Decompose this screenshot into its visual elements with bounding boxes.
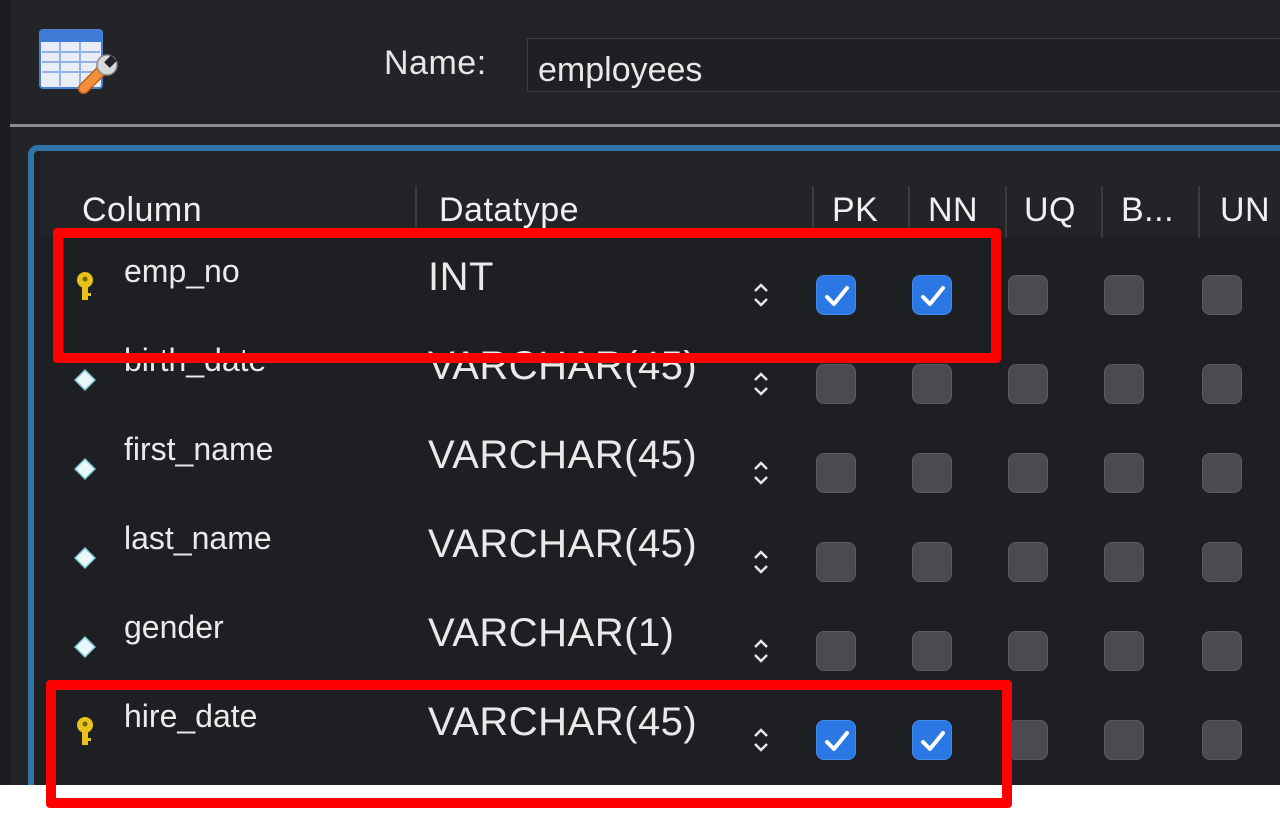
diamond-icon xyxy=(73,364,97,396)
table-row[interactable]: last_name VARCHAR(45) xyxy=(40,512,1280,601)
header-separator xyxy=(812,186,814,238)
datatype-cell[interactable]: VARCHAR(45) xyxy=(428,344,697,389)
checkbox-uq[interactable] xyxy=(1008,275,1048,315)
grid-header: Column Datatype PK NN UQ B... UN xyxy=(40,151,1280,238)
checkbox-nn[interactable] xyxy=(912,453,952,493)
column-header-datatype[interactable]: Datatype xyxy=(439,191,579,230)
datatype-cell[interactable]: VARCHAR(45) xyxy=(428,522,697,567)
checkbox-un[interactable] xyxy=(1202,542,1242,582)
header-separator xyxy=(1101,186,1103,238)
datatype-cell[interactable]: INT xyxy=(428,255,494,300)
header-separator xyxy=(1005,186,1007,238)
checkbox-uq[interactable] xyxy=(1008,364,1048,404)
table-header: Name: xyxy=(10,0,1280,125)
checkbox-b[interactable] xyxy=(1104,364,1144,404)
table-name-input[interactable] xyxy=(527,38,1280,92)
checkbox-un[interactable] xyxy=(1202,275,1242,315)
header-separator xyxy=(908,186,910,238)
table-edit-wrench-icon xyxy=(38,26,120,108)
checkbox-pk[interactable] xyxy=(816,453,856,493)
checkbox-nn[interactable] xyxy=(912,364,952,404)
checkbox-nn[interactable] xyxy=(912,631,952,671)
datatype-stepper-icon[interactable] xyxy=(750,457,772,489)
datatype-stepper-icon[interactable] xyxy=(750,635,772,667)
checkbox-un[interactable] xyxy=(1202,631,1242,671)
checkbox-uq[interactable] xyxy=(1008,720,1048,760)
table-row[interactable]: birth_date VARCHAR(45) xyxy=(40,334,1280,423)
diamond-icon xyxy=(73,542,97,574)
header-divider xyxy=(10,124,1280,127)
checkbox-pk[interactable] xyxy=(816,275,856,315)
checkmark-icon xyxy=(825,731,849,751)
left-panel-edge xyxy=(0,0,10,785)
diamond-icon xyxy=(73,453,97,485)
checkmark-icon xyxy=(921,731,945,751)
checkmark-icon xyxy=(921,286,945,306)
checkbox-uq[interactable] xyxy=(1008,542,1048,582)
column-name-cell[interactable]: birth_date xyxy=(124,342,266,379)
checkbox-un[interactable] xyxy=(1202,720,1242,760)
checkbox-nn[interactable] xyxy=(912,720,952,760)
checkbox-uq[interactable] xyxy=(1008,453,1048,493)
checkbox-pk[interactable] xyxy=(816,542,856,582)
checkbox-un[interactable] xyxy=(1202,453,1242,493)
column-name-cell[interactable]: emp_no xyxy=(124,253,240,290)
column-name-cell[interactable]: gender xyxy=(124,609,224,646)
diamond-icon xyxy=(73,631,97,663)
datatype-cell[interactable]: VARCHAR(45) xyxy=(428,433,697,478)
columns-grid-frame: Column Datatype PK NN UQ B... UN emp_no I… xyxy=(28,145,1280,785)
column-header-pk[interactable]: PK xyxy=(832,191,878,230)
column-header-column[interactable]: Column xyxy=(82,191,202,230)
table-editor-window: Name: Column Datatype PK NN UQ B... UN e… xyxy=(0,0,1280,808)
table-row[interactable]: gender VARCHAR(1) xyxy=(40,601,1280,690)
checkbox-nn[interactable] xyxy=(912,275,952,315)
checkbox-un[interactable] xyxy=(1202,364,1242,404)
column-name-cell[interactable]: hire_date xyxy=(124,698,257,735)
checkbox-pk[interactable] xyxy=(816,720,856,760)
datatype-stepper-icon[interactable] xyxy=(750,368,772,400)
datatype-cell[interactable]: VARCHAR(45) xyxy=(428,700,697,745)
checkmark-icon xyxy=(825,286,849,306)
checkbox-b[interactable] xyxy=(1104,631,1144,671)
datatype-stepper-icon[interactable] xyxy=(750,724,772,756)
key-icon xyxy=(74,271,96,303)
key-icon xyxy=(74,716,96,748)
header-separator xyxy=(1198,186,1200,238)
column-name-cell[interactable]: first_name xyxy=(124,431,273,468)
column-header-binary[interactable]: B... xyxy=(1121,191,1174,230)
checkbox-pk[interactable] xyxy=(816,631,856,671)
name-label: Name: xyxy=(384,44,487,82)
datatype-cell[interactable]: VARCHAR(1) xyxy=(428,611,675,656)
columns-grid: Column Datatype PK NN UQ B... UN emp_no I… xyxy=(40,151,1280,785)
table-row[interactable]: hire_date VARCHAR(45) xyxy=(40,690,1280,779)
datatype-stepper-icon[interactable] xyxy=(750,546,772,578)
column-header-nn[interactable]: NN xyxy=(928,191,978,230)
column-header-un[interactable]: UN xyxy=(1220,191,1270,230)
datatype-stepper-icon[interactable] xyxy=(750,279,772,311)
checkbox-b[interactable] xyxy=(1104,275,1144,315)
checkbox-b[interactable] xyxy=(1104,453,1144,493)
column-name-cell[interactable]: last_name xyxy=(124,520,272,557)
checkbox-b[interactable] xyxy=(1104,542,1144,582)
table-row[interactable]: first_name VARCHAR(45) xyxy=(40,423,1280,512)
table-row[interactable]: emp_no INT xyxy=(40,245,1280,334)
column-header-uq[interactable]: UQ xyxy=(1024,191,1076,230)
header-separator xyxy=(415,186,417,238)
checkbox-uq[interactable] xyxy=(1008,631,1048,671)
checkbox-b[interactable] xyxy=(1104,720,1144,760)
checkbox-pk[interactable] xyxy=(816,364,856,404)
checkbox-nn[interactable] xyxy=(912,542,952,582)
